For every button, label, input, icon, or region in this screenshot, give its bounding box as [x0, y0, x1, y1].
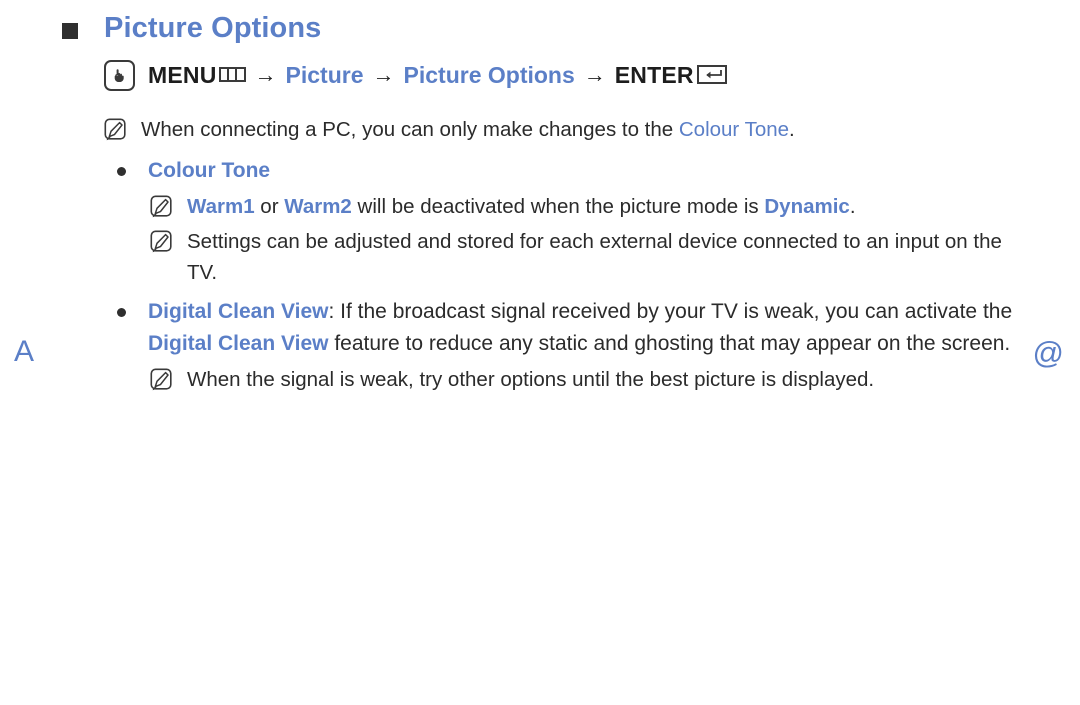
path-arrow-1: →	[254, 62, 277, 87]
note-pc-colour-tone: When connecting a PC, you can only make …	[104, 114, 1034, 145]
edge-marker-left: A	[14, 335, 35, 368]
bullet-digital-clean-view-text: Digital Clean View: If the broadcast sig…	[148, 296, 1034, 360]
note-warm-modes: Warm1 or Warm2 will be deactivated when …	[150, 191, 1034, 222]
path-arrow-3: →	[583, 62, 606, 87]
note-weak-signal: When the signal is weak, try other optio…	[150, 364, 1034, 395]
edge-marker-right: @	[1032, 335, 1064, 370]
bullet-digital-clean-view: Digital Clean View: If the broadcast sig…	[104, 296, 1034, 360]
note-pc-text-before: When connecting a PC, you can only make …	[141, 118, 679, 141]
bullet-colour-tone-label: Colour Tone	[148, 159, 271, 182]
note-warm-text: Warm1 or Warm2 will be deactivated when …	[187, 191, 1034, 222]
note-pen-icon	[150, 230, 174, 254]
menu-path-step-picture: Picture	[285, 61, 364, 88]
path-arrow-2: →	[372, 62, 395, 87]
note-pen-icon	[150, 368, 174, 392]
note-pen-icon	[150, 195, 174, 219]
note-warm-highlight-2: Warm2	[284, 195, 352, 218]
bullet-dcv-text-end: feature to reduce any static and ghostin…	[328, 332, 1011, 355]
page-heading: Picture Options	[62, 12, 321, 45]
menu-path-breadcrumb: MENU → Picture → Picture Options → ENTER	[104, 58, 1034, 92]
note-warm-highlight-1: Warm1	[187, 195, 255, 218]
page-title: Picture Options	[104, 12, 322, 44]
menu-bars-icon	[218, 67, 246, 82]
content-column: MENU → Picture → Picture Options → ENTER	[104, 58, 1034, 395]
note-warm-highlight-dynamic: Dynamic	[764, 195, 850, 218]
menu-label: MENU	[148, 61, 217, 88]
bullet-dcv-label: Digital Clean View	[148, 300, 329, 323]
note-pc-highlight: Colour Tone	[678, 118, 790, 141]
note-warm-mid: or	[254, 195, 285, 218]
enter-label: ENTER	[614, 61, 694, 88]
note-settings-text: Settings can be adjusted and stored for …	[187, 230, 1002, 284]
manual-page: A @ Picture Options MENU → Picture → Pic	[0, 0, 1080, 705]
bullet-colour-tone: Colour Tone	[104, 155, 1034, 187]
note-weak-signal-text: When the signal is weak, try other optio…	[187, 368, 875, 391]
note-pc-text-after: .	[789, 118, 795, 141]
menu-key-icon	[104, 59, 135, 91]
note-pen-icon	[104, 118, 128, 142]
note-pc-text: When connecting a PC, you can only make …	[141, 114, 1034, 145]
bullet-dot-icon	[117, 167, 126, 176]
bullet-dot-icon	[117, 308, 126, 317]
note-warm-period: .	[849, 195, 856, 218]
note-warm-text-after: will be deactivated when the picture mod…	[351, 195, 765, 218]
heading-bullet-square-icon	[62, 22, 78, 39]
note-settings-stored: Settings can be adjusted and stored for …	[150, 226, 1034, 288]
bullet-dcv-highlight: Digital Clean View	[148, 332, 329, 355]
enter-return-icon	[696, 64, 727, 84]
bullet-dcv-text-after-label: : If the broadcast signal received by yo…	[328, 300, 1013, 323]
menu-path-step-picture-options: Picture Options	[403, 61, 575, 88]
